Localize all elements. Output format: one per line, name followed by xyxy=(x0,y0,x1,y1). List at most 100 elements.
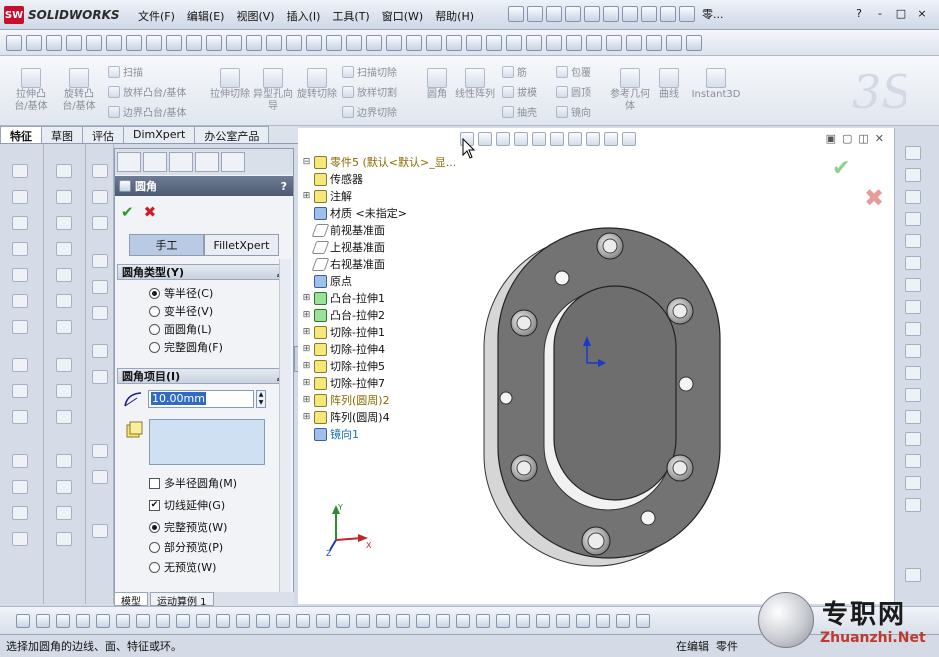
tree-expander-icon[interactable]: ⊞ xyxy=(302,375,311,392)
help-button[interactable]: ? xyxy=(850,5,868,21)
menu-file[interactable]: 文件(F) xyxy=(132,6,181,26)
tree-expander-icon[interactable]: ⊞ xyxy=(302,290,311,307)
tree-item[interactable]: ⊞ 凸台-拉伸2 xyxy=(302,307,456,324)
toolbar-tool-icon[interactable] xyxy=(396,613,410,628)
menu-window[interactable]: 窗口(W) xyxy=(376,6,429,26)
toolbar-tool-icon[interactable] xyxy=(616,613,630,628)
cancel-button[interactable]: ✖ xyxy=(144,203,157,221)
weld-symbol-icon[interactable] xyxy=(186,34,202,51)
toolbar-tool-icon[interactable] xyxy=(136,613,150,628)
sketch-tool-icon[interactable] xyxy=(905,146,921,160)
centerline-icon[interactable] xyxy=(366,34,382,51)
fillet-sketch-icon[interactable] xyxy=(905,344,921,358)
tree-item[interactable]: ⊞ 切除-拉伸7 xyxy=(302,375,456,392)
edit-appearance-icon[interactable] xyxy=(666,34,682,51)
toolbar-tool-icon[interactable] xyxy=(316,613,330,628)
filletxpert-mode-button[interactable]: FilletXpert xyxy=(204,234,279,256)
arc-icon[interactable] xyxy=(905,278,921,292)
property-manager-tab-icon[interactable] xyxy=(143,152,167,172)
toolbar-tool-icon[interactable] xyxy=(92,444,108,458)
toolbar-tool-icon[interactable] xyxy=(12,268,28,282)
toolbar-tool-icon[interactable] xyxy=(12,164,28,178)
minimize-button[interactable]: - xyxy=(871,5,889,21)
tree-expander-icon[interactable]: ⊞ xyxy=(302,392,311,409)
menu-edit[interactable]: 编辑(E) xyxy=(181,6,231,26)
toolbar-tool-icon[interactable] xyxy=(56,190,72,204)
datum-feature-icon[interactable] xyxy=(226,34,242,51)
hide-show-items-icon[interactable] xyxy=(568,132,582,146)
tab-features[interactable]: 特征 xyxy=(0,126,42,143)
select-filter-icon[interactable] xyxy=(46,34,62,51)
shell-button[interactable]: 抽壳 xyxy=(502,104,537,119)
toolbar-tool-icon[interactable] xyxy=(276,613,290,628)
toolbar-tool-icon[interactable] xyxy=(56,410,72,424)
plane-icon[interactable] xyxy=(905,432,921,446)
tree-item[interactable]: 传感器 xyxy=(302,171,456,188)
view-orientation-icon[interactable] xyxy=(606,34,622,51)
toolbar-tool-icon[interactable] xyxy=(176,613,190,628)
toolbar-tool-icon[interactable] xyxy=(436,613,450,628)
toolbar-tool-icon[interactable] xyxy=(56,164,72,178)
tab-dimxpert[interactable]: DimXpert xyxy=(123,126,196,143)
appearance-icon[interactable] xyxy=(66,34,82,51)
note-icon[interactable] xyxy=(106,34,122,51)
toolbar-tool-icon[interactable] xyxy=(156,613,170,628)
menu-tools[interactable]: 工具(T) xyxy=(326,6,375,26)
tree-item[interactable]: ⊞ 阵列(圆周)2 xyxy=(302,392,456,409)
toolbar-tool-icon[interactable] xyxy=(236,613,250,628)
toolbar-tool-icon[interactable] xyxy=(456,613,470,628)
lofted-cut-button[interactable]: 放样切割 xyxy=(342,84,397,99)
tree-item[interactable]: ⊞ 切除-拉伸4 xyxy=(302,341,456,358)
geometric-tolerance-icon[interactable] xyxy=(206,34,222,51)
rectangle-icon[interactable] xyxy=(905,212,921,226)
circle-icon[interactable] xyxy=(905,256,921,270)
hole-wizard-button[interactable]: 异型孔向导 xyxy=(252,68,294,113)
menu-insert[interactable]: 插入(I) xyxy=(281,6,327,26)
boundary-boss-button[interactable]: 边界凸台/基体 xyxy=(108,104,186,119)
slot-icon[interactable] xyxy=(905,234,921,248)
tab-evaluate[interactable]: 评估 xyxy=(82,126,124,143)
spell-check-icon[interactable] xyxy=(86,34,102,51)
extruded-boss-button[interactable]: 拉伸凸台/基体 xyxy=(10,68,52,113)
toolbar-tool-icon[interactable] xyxy=(596,613,610,628)
toolbar-tool-icon[interactable] xyxy=(356,613,370,628)
toolbar-tool-icon[interactable] xyxy=(12,532,28,546)
toolbar-tool-icon[interactable] xyxy=(56,480,72,494)
tangent-propagation-checkbox[interactable]: ✔ 切线延伸(G) xyxy=(149,497,225,513)
edit-appearance-icon[interactable] xyxy=(586,132,600,146)
zoom-to-area-icon[interactable] xyxy=(478,132,492,146)
offset-icon[interactable] xyxy=(905,498,921,512)
tree-item[interactable]: ⊞ 切除-拉伸5 xyxy=(302,358,456,375)
multi-radius-checkbox[interactable]: 多半径圆角(M) xyxy=(149,475,237,491)
pin-icon[interactable] xyxy=(508,6,524,22)
part-model[interactable] xyxy=(476,218,736,588)
hide-show-icon[interactable] xyxy=(646,34,662,51)
sketch-icon[interactable] xyxy=(6,34,22,51)
toolbar-tool-icon[interactable] xyxy=(196,613,210,628)
linear-pattern-button[interactable]: 线性阵列 xyxy=(454,68,496,101)
new-document-icon[interactable] xyxy=(527,6,543,22)
tree-expander-icon[interactable]: ⊞ xyxy=(302,358,311,375)
ok-button[interactable]: ✔ xyxy=(121,203,134,221)
filter-edges-icon[interactable] xyxy=(56,613,70,628)
toolbar-tool-icon[interactable] xyxy=(416,613,430,628)
undo-icon[interactable] xyxy=(603,6,619,22)
sketch-tool-icon[interactable] xyxy=(905,568,921,582)
toolbar-tool-icon[interactable] xyxy=(56,384,72,398)
select-icon[interactable] xyxy=(96,613,110,628)
tree-expander-icon[interactable]: ⊞ xyxy=(302,341,311,358)
tree-expander-icon[interactable]: ⊞ xyxy=(302,188,311,205)
previous-view-icon[interactable] xyxy=(496,132,510,146)
toolbar-tool-icon[interactable] xyxy=(256,613,270,628)
menu-help[interactable]: 帮助(H) xyxy=(429,6,480,26)
toolbar-tool-icon[interactable] xyxy=(556,613,570,628)
mirror-button[interactable]: 镜向 xyxy=(556,104,591,119)
selection-list[interactable] xyxy=(149,419,265,465)
select-other-icon[interactable] xyxy=(116,613,130,628)
tab-motion-study[interactable]: 运动算例 1 xyxy=(150,592,214,608)
toolbar-tool-icon[interactable] xyxy=(12,480,28,494)
mate-icon[interactable] xyxy=(446,34,462,51)
toolbar-tool-icon[interactable] xyxy=(12,384,28,398)
polygon-icon[interactable] xyxy=(905,366,921,380)
simulation-icon[interactable] xyxy=(506,34,522,51)
